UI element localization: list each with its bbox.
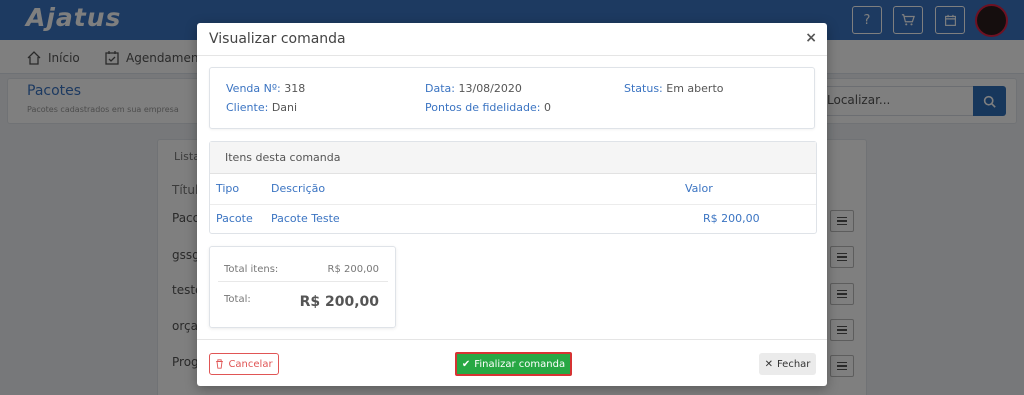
view-order-modal: Visualizar comanda × Venda Nº: 318 Data:… xyxy=(197,23,827,386)
modal-title: Visualizar comanda xyxy=(209,31,346,47)
item-type: Pacote xyxy=(216,212,253,225)
items-header: Itens desta comanda xyxy=(210,142,816,174)
sale-number: Venda Nº: 318 xyxy=(226,82,306,95)
finish-order-button[interactable]: ✔ Finalizar comanda xyxy=(455,352,572,376)
items-title: Itens desta comanda xyxy=(225,151,341,164)
totals-divider xyxy=(218,281,388,282)
close-icon[interactable]: × xyxy=(805,30,817,46)
order-items-table: Itens desta comanda Tipo Descrição Valor… xyxy=(209,141,817,234)
close-x-icon: ✕ xyxy=(764,358,773,370)
total-items-value: R$ 200,00 xyxy=(327,264,379,275)
total-value: R$ 200,00 xyxy=(299,294,379,310)
column-header-valor: Valor xyxy=(685,182,713,195)
item-description: Pacote Teste xyxy=(271,212,340,225)
client-name: Cliente: Dani xyxy=(226,101,298,114)
close-label: Fechar xyxy=(776,358,811,370)
order-date: Data: 13/08/2020 xyxy=(425,82,522,95)
cancel-button[interactable]: Cancelar xyxy=(209,353,279,375)
total-items-label: Total itens: xyxy=(224,264,279,275)
loyalty-points: Pontos de fidelidade: 0 xyxy=(425,101,551,114)
cancel-label: Cancelar xyxy=(228,358,273,370)
row-divider xyxy=(210,204,816,205)
trash-icon xyxy=(216,359,224,369)
footer-divider xyxy=(197,339,827,340)
item-value: R$ 200,00 xyxy=(703,212,760,225)
total-label: Total: xyxy=(224,294,251,305)
column-header-descricao: Descrição xyxy=(271,182,326,195)
finish-label: Finalizar comanda xyxy=(474,358,566,370)
close-button[interactable]: ✕ Fechar xyxy=(759,353,816,375)
order-info-box: Venda Nº: 318 Data: 13/08/2020 Status: E… xyxy=(209,67,815,129)
check-icon: ✔ xyxy=(461,358,471,370)
order-status: Status: Em aberto xyxy=(624,82,724,95)
modal-header: Visualizar comanda × xyxy=(197,23,827,56)
totals-box: Total itens: R$ 200,00 Total: R$ 200,00 xyxy=(209,246,396,328)
column-header-tipo: Tipo xyxy=(216,182,240,195)
